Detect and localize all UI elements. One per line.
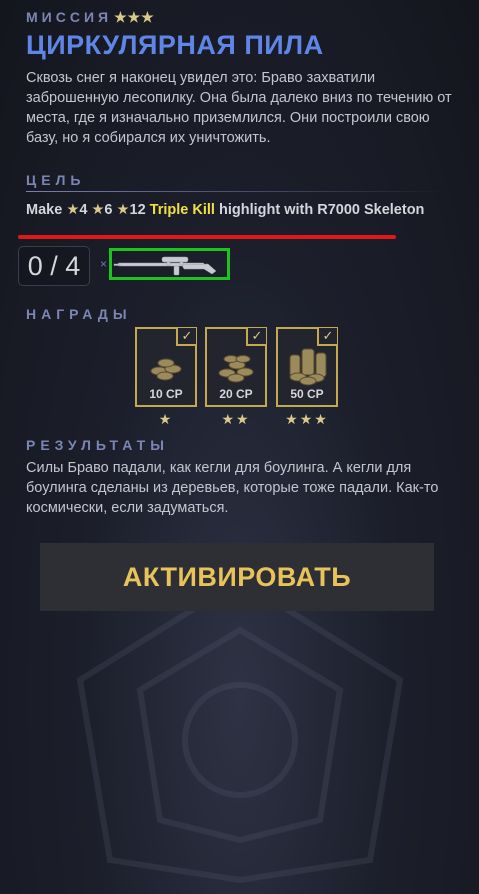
goal-label: ЦЕЛЬ	[26, 172, 86, 188]
annotation-underline	[18, 235, 396, 239]
sniper-rifle-icon	[113, 256, 217, 276]
reward-amount: 50 CP	[290, 387, 324, 401]
reward-stars: ★★★	[285, 411, 329, 427]
coins-icon	[218, 355, 254, 383]
highlight-type: Triple Kill	[149, 202, 215, 218]
mission-title: ЦИРКУЛЯРНАЯ ПИЛА	[26, 30, 324, 60]
activate-button[interactable]: АКТИВИРОВАТЬ	[40, 543, 434, 611]
checkmark-icon: ✓	[246, 328, 266, 346]
reward-amount: 10 CP	[149, 387, 183, 401]
star-icon: ★	[91, 202, 105, 218]
coins-icon	[150, 358, 182, 381]
reward-card[interactable]: ✓ 50 CP	[276, 327, 338, 407]
progress-counter: 0 / 4	[18, 246, 90, 286]
reward-amount: 20 CP	[219, 387, 253, 401]
reward-stars: ★	[158, 411, 174, 427]
goal-objective: Make ★4 ★6 ★12 Triple Kill highlight wit…	[26, 202, 425, 218]
reward-stars: ★★	[221, 411, 251, 427]
rewards-label: НАГРАДЫ	[26, 306, 132, 322]
coins-icon	[289, 348, 327, 386]
results-label: РЕЗУЛЬТАТЫ	[26, 437, 169, 453]
weapon-slot[interactable]	[109, 248, 230, 280]
mission-label: МИССИЯ ★★★	[26, 9, 155, 25]
times-symbol: ×	[100, 257, 108, 271]
mission-stars: ★★★	[114, 9, 155, 25]
goal-divider	[26, 191, 446, 192]
star-icon: ★	[116, 202, 130, 218]
reward-card[interactable]: ✓ 20 CP	[205, 327, 267, 407]
star-icon: ★	[66, 202, 80, 218]
checkmark-icon: ✓	[176, 328, 196, 346]
checkmark-icon: ✓	[317, 328, 337, 346]
reward-card[interactable]: ✓ 10 CP	[135, 327, 197, 407]
results-text: Силы Браво падали, как кегли для боулинг…	[26, 460, 439, 516]
mission-description: Сквозь снег я наконец увидел это: Браво …	[26, 70, 452, 146]
